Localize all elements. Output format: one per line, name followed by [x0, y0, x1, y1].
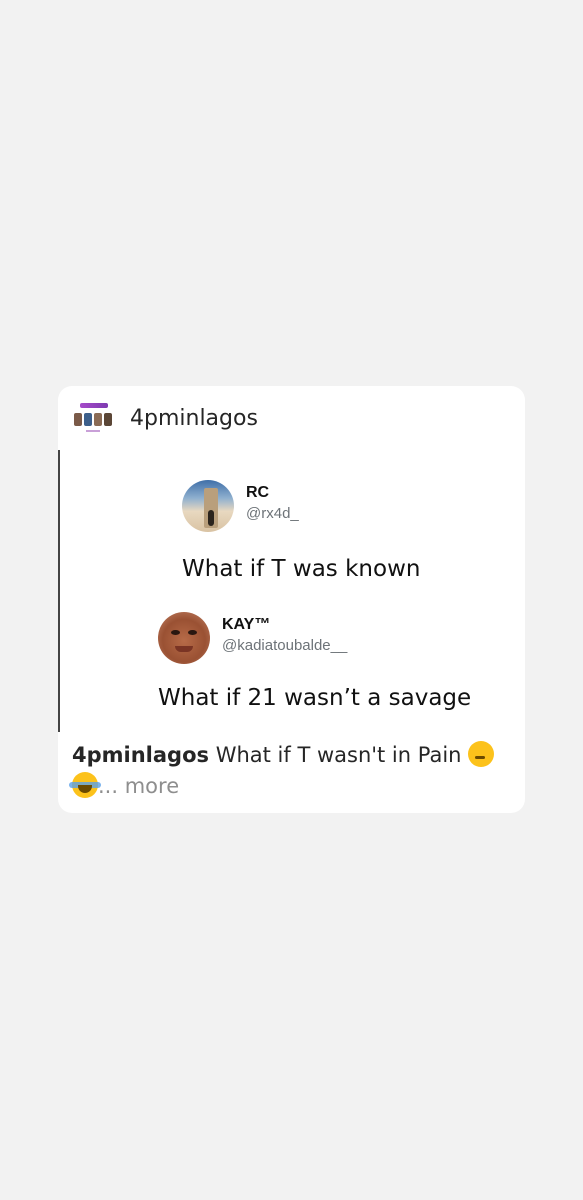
tweet-names-1: RC @rx4d_: [246, 484, 299, 522]
mouth-icon: [175, 646, 193, 652]
caption-text: What if T wasn't in Pain: [215, 743, 462, 767]
tweet-display-name-2: KAY™: [222, 616, 271, 633]
post-header: 4pminlagos: [72, 400, 258, 436]
avatar-subtitle-icon: [86, 430, 100, 432]
tweet-avatar-2: [158, 612, 210, 664]
avatar[interactable]: [72, 400, 114, 436]
tweet-avatar-1: [182, 480, 234, 532]
tweet-text-1: What if T was known: [182, 556, 421, 582]
brand-logo-icon: [80, 403, 108, 408]
tweet-display-name-1: RC: [246, 484, 270, 501]
tweet-names-2: KAY™ @kadiatoubalde__: [222, 616, 347, 654]
post-image[interactable]: RC @rx4d_ What if T was known KAY™ @kadi…: [58, 450, 525, 732]
caption-ellipsis: ...: [98, 774, 119, 798]
tweet-handle-2: @kadiatoubalde__: [222, 637, 348, 654]
avatar-photos-icon: [74, 413, 112, 426]
thinking-face-icon: [468, 741, 495, 767]
post-caption: 4pminlagos What if T wasn't in Pain ... …: [69, 740, 502, 802]
tears-of-joy-icon: [69, 772, 101, 798]
person-icon: [208, 510, 214, 526]
eye-icon: [171, 630, 180, 635]
tweet-header-1: RC @rx4d_: [182, 480, 299, 532]
caption-username[interactable]: 4pminlagos: [72, 743, 209, 767]
tweet-handle-1: @rx4d_: [246, 505, 299, 522]
eye-icon: [188, 630, 197, 635]
more-link[interactable]: more: [125, 774, 179, 798]
tweet-header-2: KAY™ @kadiatoubalde__: [158, 612, 347, 664]
post-card: 4pminlagos RC @rx4d_ What if T was known…: [58, 386, 525, 813]
tweet-text-2: What if 21 wasn’t a savage: [158, 685, 472, 711]
post-username[interactable]: 4pminlagos: [130, 406, 258, 431]
